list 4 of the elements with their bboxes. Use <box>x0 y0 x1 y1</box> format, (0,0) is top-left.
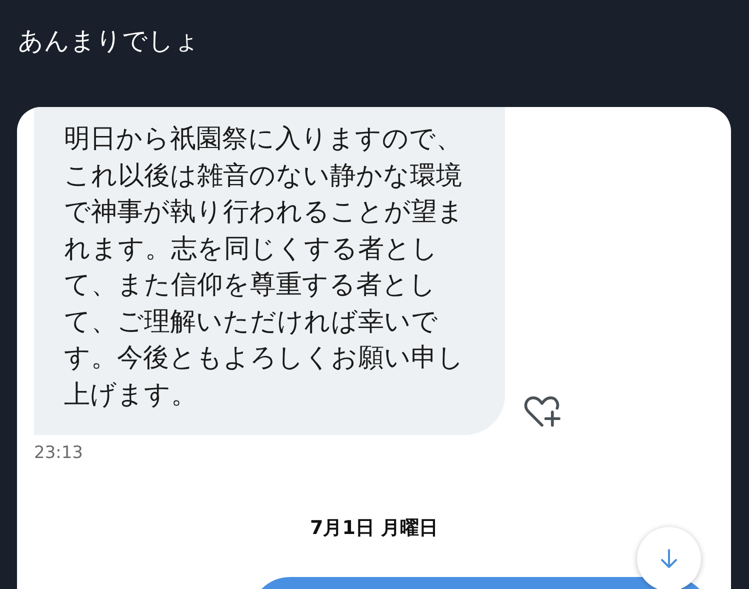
message-text: 明日から祇園祭に入りますので、これ以後は雑音のない静かな環境で神事が執り行われることが望まれます。志を同じくする者として、また信仰を尊重する者として、ご理解いただければ幸いです。今後ともよろしくお願い申し上げます。 <box>64 123 464 412</box>
chat-title: あんまりでしょ <box>17 25 201 57</box>
message-time: 23:13 <box>34 443 84 463</box>
date-divider: 7月1日 月曜日 <box>308 516 440 541</box>
